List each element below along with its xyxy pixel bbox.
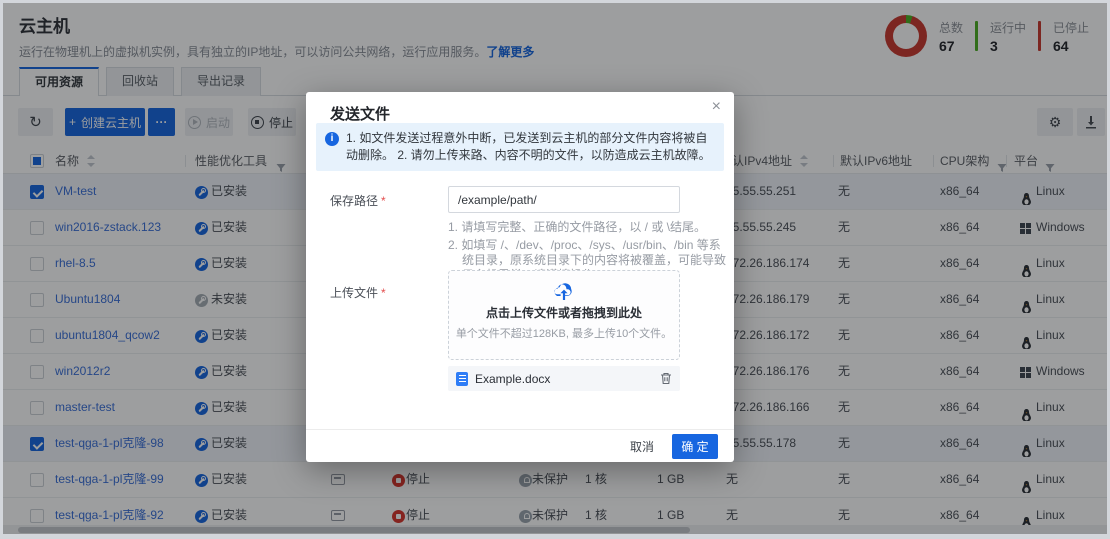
modal-footer: 取消 确 定 (306, 429, 734, 462)
uploaded-file-name: Example.docx (475, 372, 653, 386)
save-path-label: 保存路径* (330, 192, 386, 209)
document-icon (456, 372, 468, 386)
send-file-modal: 发送文件 × i 1. 如文件发送过程意外中断，已发送到云主机的部分文件内容将被… (306, 92, 734, 462)
cancel-button[interactable]: 取消 (630, 438, 654, 455)
window-frame: 云主机 运行在物理机上的虚拟机实例，具有独立的IP地址，可以访问公共网络，运行应… (0, 0, 1110, 539)
upload-label-text: 上传文件 (330, 286, 378, 300)
close-icon[interactable]: × (712, 98, 721, 116)
modal-notice-banner: i 1. 如文件发送过程意外中断，已发送到云主机的部分文件内容将被自动删除。 2… (316, 123, 724, 171)
uploaded-file-item: Example.docx (448, 366, 680, 391)
save-path-label-text: 保存路径 (330, 194, 378, 208)
upload-label: 上传文件* (330, 284, 386, 301)
cloud-upload-icon (552, 281, 576, 301)
save-path-input[interactable] (448, 186, 680, 213)
upload-main-text: 点击上传文件或者拖拽到此处 (449, 304, 679, 321)
upload-hint-text: 单个文件不超过128KB, 最多上传10个文件。 (449, 325, 679, 341)
modal-title: 发送文件 (330, 103, 390, 124)
info-icon: i (325, 132, 339, 146)
save-path-hint-1: 1. 请填写完整、正确的文件路径，以 / 或 \结尾。 (448, 220, 732, 235)
upload-dropzone[interactable]: 点击上传文件或者拖拽到此处 单个文件不超过128KB, 最多上传10个文件。 (448, 270, 680, 360)
app: 云主机 运行在物理机上的虚拟机实例，具有独立的IP地址，可以访问公共网络，运行应… (3, 3, 1107, 534)
trash-icon[interactable] (660, 372, 672, 385)
confirm-button[interactable]: 确 定 (672, 434, 718, 459)
modal-notice-text: 1. 如文件发送过程意外中断，已发送到云主机的部分文件内容将被自动删除。 2. … (346, 131, 711, 162)
